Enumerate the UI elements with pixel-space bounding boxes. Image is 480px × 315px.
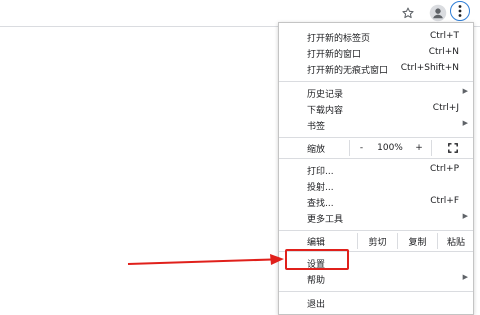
shortcut-label: Ctrl+P [430,164,459,174]
cut-button[interactable]: 剪切 [357,233,397,249]
fullscreen-icon[interactable] [431,140,474,156]
menu-separator [279,137,473,138]
chrome-main-menu: 打开新的标签页 Ctrl+T 打开新的窗口 Ctrl+N 打开新的无痕式窗口 C… [278,22,474,315]
menu-item-exit[interactable]: 退出 [279,296,473,310]
zoom-in-button[interactable]: + [407,140,431,156]
menu-item-label: 打开新的标签页 [307,34,371,44]
zoom-value: 100% [377,143,403,153]
menu-item-label: 打开新的窗口 [307,50,362,60]
menu-item-label: 打开新的无痕式窗口 [307,66,389,76]
arrow-right-icon: ▶ [462,273,468,281]
shortcut-label: Ctrl+Shift+N [400,63,459,73]
menu-separator [279,81,473,82]
menu-separator [279,291,473,292]
menu-item-label: 书签 [307,122,326,132]
menu-item-help[interactable]: 帮助 ▶ [279,272,473,286]
menu-item-incognito[interactable]: 打开新的无痕式窗口 Ctrl+Shift+N [279,62,473,76]
settings-highlight-box [285,249,349,270]
menu-item-find[interactable]: 查找... Ctrl+F [279,195,473,209]
menu-item-label: 帮助 [307,276,326,286]
shortcut-label: Ctrl+J [432,103,459,113]
menu-item-new-tab[interactable]: 打开新的标签页 Ctrl+T [279,30,473,44]
arrow-right-icon: ▶ [462,87,468,95]
menu-item-label: 历史记录 [307,90,344,100]
menu-item-label: 下载内容 [307,106,344,116]
menu-item-new-window[interactable]: 打开新的窗口 Ctrl+N [279,46,473,60]
shortcut-label: Ctrl+T [429,31,459,41]
menu-item-label: 投射... [307,183,334,193]
more-vert-icon[interactable] [450,1,470,21]
zoom-label: 缩放 [307,145,326,155]
menu-item-bookmarks[interactable]: 书签 ▶ [279,118,473,132]
shortcut-label: Ctrl+N [428,47,459,57]
shortcut-label: Ctrl+F [430,196,459,206]
menu-item-label: 打印... [307,167,334,177]
arrow-right-icon: ▶ [462,119,468,127]
edit-label: 编辑 [307,238,326,248]
zoom-row: 缩放 - 100% + [279,140,473,156]
copy-button[interactable]: 复制 [397,233,437,249]
menu-item-more-tools[interactable]: 更多工具 ▶ [279,211,473,225]
star-icon[interactable] [399,4,417,22]
menu-item-cast[interactable]: 投射... [279,179,473,193]
menu-item-print[interactable]: 打印... Ctrl+P [279,163,473,177]
edit-row: 编辑 剪切 复制 粘贴 [279,233,473,249]
menu-item-label: 退出 [307,300,326,310]
menu-separator [279,158,473,159]
paste-button[interactable]: 粘贴 [437,233,474,249]
zoom-out-button[interactable]: - [349,140,373,156]
menu-item-history[interactable]: 历史记录 ▶ [279,86,473,100]
menu-separator [279,230,473,231]
arrow-right-icon: ▶ [462,212,468,220]
menu-item-downloads[interactable]: 下载内容 Ctrl+J [279,102,473,116]
profile-icon[interactable] [428,3,448,23]
menu-item-label: 更多工具 [307,215,344,225]
menu-item-label: 查找... [307,199,334,209]
